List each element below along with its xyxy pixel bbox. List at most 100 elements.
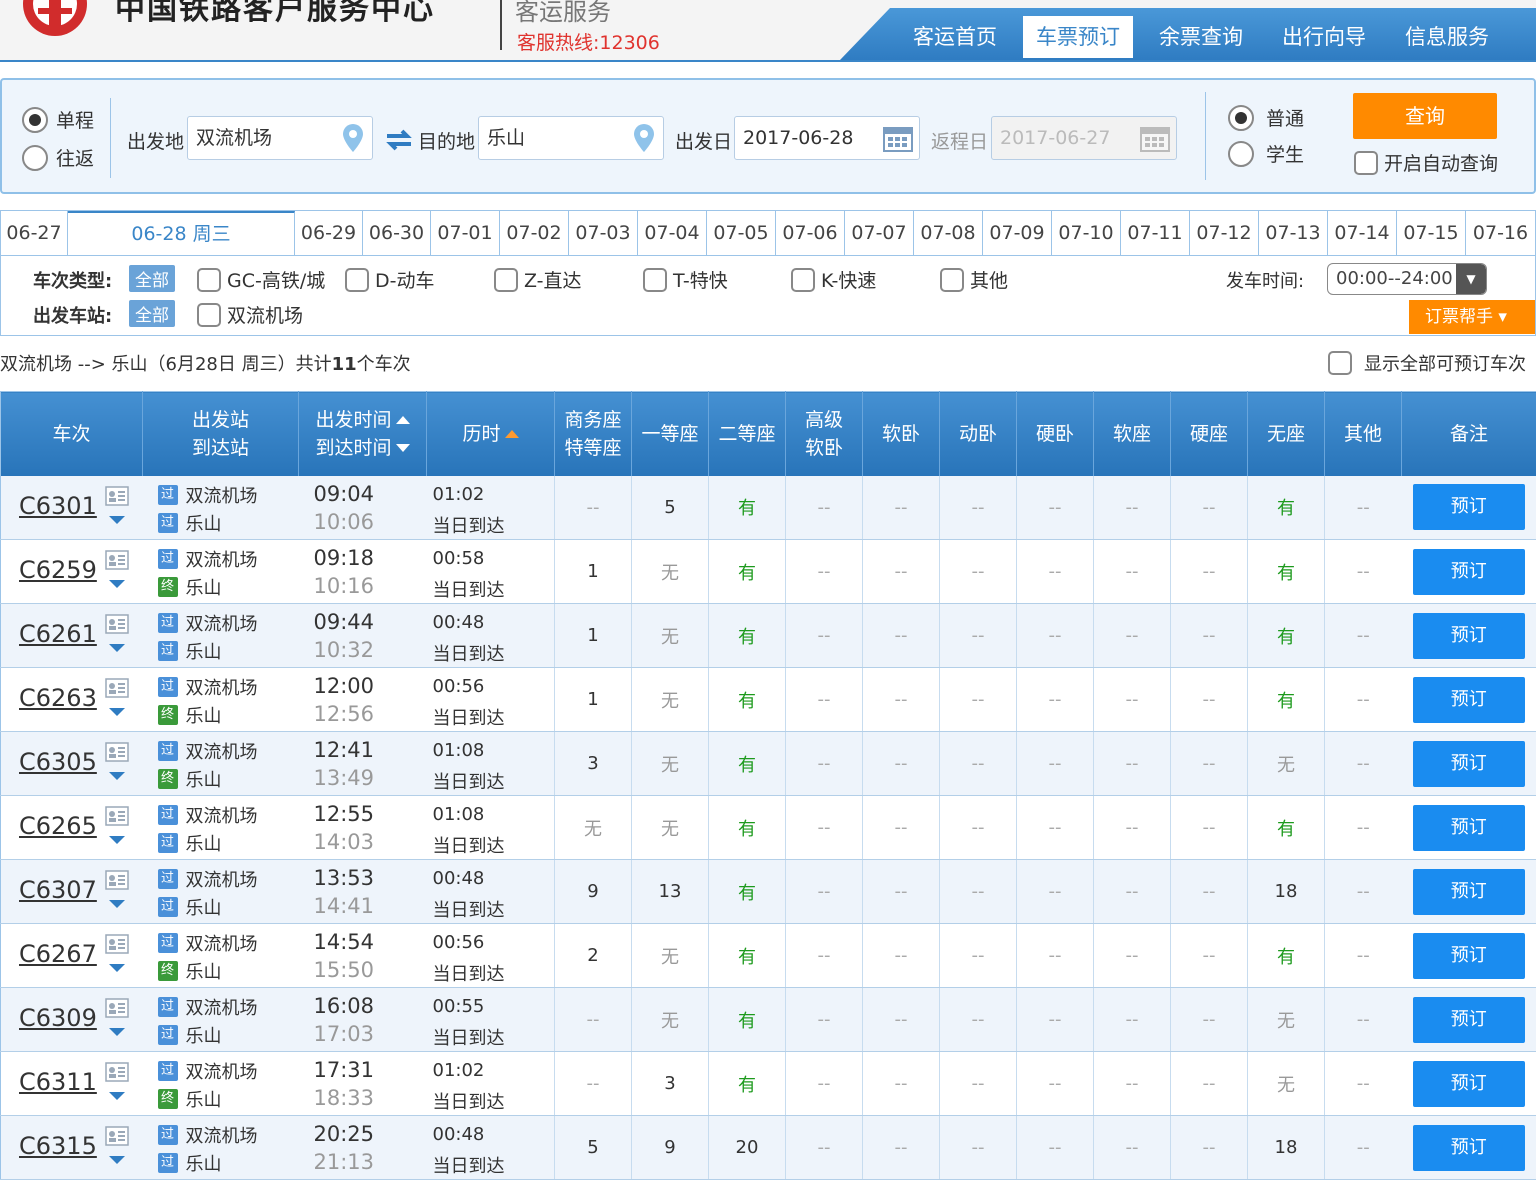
k-checkbox[interactable] <box>791 267 815 292</box>
date-tab[interactable]: 07-15 <box>1397 211 1466 255</box>
train-type-all[interactable]: 全部 <box>129 265 175 292</box>
expand-caret-icon[interactable] <box>109 1156 125 1164</box>
round-trip-radio[interactable] <box>22 144 48 171</box>
expand-caret-icon[interactable] <box>109 900 125 908</box>
station-checkbox[interactable] <box>197 302 221 327</box>
nav-info-service[interactable]: 信息服务 <box>1392 16 1502 58</box>
depart-station-all[interactable]: 全部 <box>129 300 175 327</box>
booking-helper-button[interactable]: 订票帮手 ▾ <box>1409 300 1535 334</box>
swap-stations-icon[interactable] <box>385 128 413 152</box>
d-checkbox[interactable] <box>345 267 369 292</box>
sort-down-icon[interactable] <box>395 444 410 453</box>
date-tab[interactable]: 07-04 <box>638 211 707 255</box>
train-number-link[interactable]: C6307 <box>19 876 97 904</box>
expand-caret-icon[interactable] <box>109 772 125 780</box>
query-button[interactable]: 查询 <box>1353 93 1497 139</box>
auto-query-checkbox[interactable] <box>1354 150 1378 175</box>
sort-up-icon[interactable] <box>395 416 410 425</box>
book-button[interactable]: 预订 <box>1412 804 1525 851</box>
show-all-toggle[interactable]: 显示全部可预订车次 <box>1328 350 1526 376</box>
book-button[interactable]: 预订 <box>1412 484 1525 531</box>
nav-travel-guide[interactable]: 出行向导 <box>1269 16 1379 58</box>
date-tab[interactable]: 07-06 <box>776 211 845 255</box>
depart-time-select[interactable]: 00:00--24:00 ▼ <box>1327 263 1487 295</box>
trip-round[interactable]: 往返 <box>22 144 94 171</box>
date-tab[interactable]: 07-02 <box>500 211 569 255</box>
date-tab[interactable]: 06-29 <box>295 211 363 255</box>
student-radio[interactable] <box>1228 140 1254 167</box>
train-detail-icon[interactable] <box>105 614 129 634</box>
auto-query-toggle[interactable]: 开启自动查询 <box>1354 149 1498 176</box>
filter-station[interactable]: 双流机场 <box>197 301 303 328</box>
filter-z[interactable]: Z-直达 <box>494 266 582 293</box>
filter-t[interactable]: T-特快 <box>643 266 728 293</box>
date-tab[interactable]: 06-30 <box>363 211 431 255</box>
train-number-link[interactable]: C6261 <box>19 620 97 648</box>
z-checkbox[interactable] <box>494 267 518 292</box>
date-tab[interactable]: 07-05 <box>707 211 776 255</box>
normal-radio[interactable] <box>1228 104 1254 131</box>
train-number-link[interactable]: C6263 <box>19 684 97 712</box>
dropdown-arrow-icon[interactable]: ▼ <box>1456 264 1486 294</box>
train-detail-icon[interactable] <box>105 1126 129 1146</box>
expand-caret-icon[interactable] <box>109 1028 125 1036</box>
date-tab[interactable]: 07-11 <box>1121 211 1190 255</box>
expand-caret-icon[interactable] <box>109 836 125 844</box>
date-tab[interactable]: 07-01 <box>431 211 500 255</box>
train-number-link[interactable]: C6267 <box>19 940 97 968</box>
date-tab-active[interactable]: 06-28 周三 <box>68 211 295 255</box>
from-station-input[interactable]: 双流机场 <box>187 116 373 160</box>
filter-other[interactable]: 其他 <box>940 266 1008 293</box>
expand-caret-icon[interactable] <box>109 644 125 652</box>
train-number-link[interactable]: C6305 <box>19 748 97 776</box>
filter-gc[interactable]: GC-高铁/城 <box>197 266 325 293</box>
train-detail-icon[interactable] <box>105 806 129 826</box>
nav-ticket-booking[interactable]: 车票预订 <box>1023 16 1133 58</box>
date-tab[interactable]: 07-16 <box>1466 211 1535 255</box>
filter-d[interactable]: D-动车 <box>345 266 435 293</box>
book-button[interactable]: 预订 <box>1412 740 1525 787</box>
date-tab[interactable]: 07-12 <box>1190 211 1259 255</box>
calendar-icon[interactable] <box>883 124 913 152</box>
train-detail-icon[interactable] <box>105 1062 129 1082</box>
book-button[interactable]: 预订 <box>1412 676 1525 723</box>
nav-remaining-tickets[interactable]: 余票查询 <box>1146 16 1256 58</box>
expand-caret-icon[interactable] <box>109 580 125 588</box>
filter-k[interactable]: K-快速 <box>791 266 876 293</box>
train-number-link[interactable]: C6311 <box>19 1068 97 1096</box>
nav-home[interactable]: 客运首页 <box>900 16 1010 58</box>
train-detail-icon[interactable] <box>105 550 129 570</box>
ticket-type-normal[interactable]: 普通 <box>1228 104 1304 131</box>
expand-caret-icon[interactable] <box>109 1092 125 1100</box>
other-checkbox[interactable] <box>940 267 964 292</box>
train-detail-icon[interactable] <box>105 998 129 1018</box>
train-detail-icon[interactable] <box>105 742 129 762</box>
col-duration[interactable]: 历时 <box>426 391 555 476</box>
train-detail-icon[interactable] <box>105 485 129 506</box>
book-button[interactable]: 预订 <box>1412 868 1525 915</box>
expand-caret-icon[interactable] <box>109 964 125 972</box>
book-button[interactable]: 预订 <box>1412 932 1525 979</box>
sort-up-icon[interactable] <box>504 430 519 439</box>
expand-caret-icon[interactable] <box>109 708 125 716</box>
book-button[interactable]: 预订 <box>1412 1124 1525 1171</box>
book-button[interactable]: 预订 <box>1412 612 1525 659</box>
t-checkbox[interactable] <box>643 267 667 292</box>
date-tab[interactable]: 07-10 <box>1052 211 1121 255</box>
one-way-radio[interactable] <box>22 106 48 133</box>
show-all-checkbox[interactable] <box>1328 351 1352 375</box>
col-times[interactable]: 出发时间 到达时间 <box>298 391 427 476</box>
date-tab[interactable]: 07-13 <box>1259 211 1328 255</box>
date-tab[interactable]: 07-03 <box>569 211 638 255</box>
date-tab[interactable]: 07-07 <box>845 211 914 255</box>
train-number-link[interactable]: C6259 <box>19 556 97 584</box>
date-tab[interactable]: 07-14 <box>1328 211 1397 255</box>
depart-date-input[interactable]: 2017-06-28 <box>734 116 920 160</box>
train-number-link[interactable]: C6315 <box>19 1132 97 1160</box>
expand-caret-icon[interactable] <box>109 515 125 524</box>
train-detail-icon[interactable] <box>105 678 129 698</box>
book-button[interactable]: 预订 <box>1412 996 1525 1043</box>
trip-one-way[interactable]: 单程 <box>22 106 94 133</box>
date-tab[interactable]: 07-08 <box>914 211 983 255</box>
book-button[interactable]: 预订 <box>1412 1060 1525 1107</box>
